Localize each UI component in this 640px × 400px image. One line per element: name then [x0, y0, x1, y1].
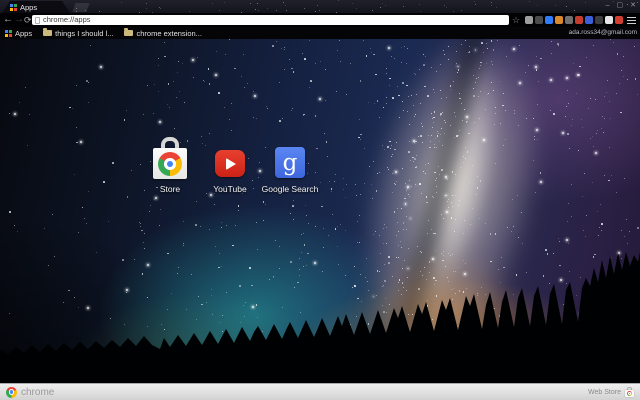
menu-icon[interactable]: [627, 17, 636, 24]
apps-grid-icon: [5, 29, 12, 37]
bookmark-folder-things[interactable]: things I should l...: [43, 28, 114, 38]
bookmark-star-icon[interactable]: ☆: [512, 13, 520, 27]
reload-button[interactable]: ⟳: [24, 13, 32, 27]
app-label: Store: [159, 184, 181, 194]
chrome-logo: [6, 386, 17, 398]
bookmarks-bar: Apps things I should l... chrome extensi…: [0, 27, 640, 39]
extension-icon-pink[interactable]: [615, 16, 623, 24]
web-store-link[interactable]: Web Store: [588, 387, 634, 397]
extension-icon-blue[interactable]: [585, 16, 593, 24]
extension-icon-dark[interactable]: [595, 16, 603, 24]
apps-page: Store YouTube g Google Search: [0, 39, 640, 383]
extension-icons: [525, 16, 623, 24]
app-label: Google Search: [261, 184, 319, 194]
footer-bar: chrome Web Store: [0, 383, 640, 400]
minimize-button[interactable]: –: [606, 0, 610, 11]
folder-icon: [43, 28, 53, 36]
extension-icon-gray[interactable]: [565, 16, 573, 24]
extension-icon-light[interactable]: [605, 16, 613, 24]
app-tile-youtube[interactable]: YouTube: [200, 129, 260, 194]
extension-icon-globe[interactable]: [525, 16, 533, 24]
bookmark-label: things I should l...: [55, 28, 114, 38]
web-store-icon: [625, 387, 634, 397]
google-search-icon: g: [275, 147, 305, 178]
frame-star-speckle: [0, 0, 640, 13]
url-text: chrome://apps: [43, 15, 91, 24]
bookmark-label: chrome extension...: [136, 28, 202, 38]
account-email: ada.ross34@gmail.com: [568, 29, 637, 36]
tab-strip: Apps – ▢ ✕: [0, 0, 640, 13]
extension-icon-red[interactable]: [575, 16, 583, 24]
folder-icon: [124, 28, 134, 36]
browser-window: Apps – ▢ ✕ ← → ⟳ chrome://apps ☆ Apps th…: [0, 0, 640, 400]
maximize-button[interactable]: ▢: [617, 0, 624, 11]
bookmark-label: Apps: [15, 28, 33, 38]
app-tile-store[interactable]: Store: [140, 129, 200, 194]
toolbar: ← → ⟳ chrome://apps ☆: [0, 13, 640, 27]
forward-button[interactable]: →: [14, 13, 24, 27]
app-tile-google-search[interactable]: g Google Search: [260, 129, 320, 194]
extension-icon-mail[interactable]: [535, 16, 543, 24]
tree-silhouette: [0, 252, 640, 383]
extension-icon-accessibility[interactable]: [545, 16, 553, 24]
app-grid: Store YouTube g Google Search: [140, 129, 320, 194]
bookmark-apps[interactable]: Apps: [5, 29, 32, 38]
close-button[interactable]: ✕: [630, 0, 636, 11]
youtube-icon: [215, 150, 245, 177]
apps-favicon: [10, 3, 17, 11]
app-label: YouTube: [213, 184, 247, 194]
tab-label: Apps: [20, 2, 38, 12]
extension-icon-orange[interactable]: [555, 16, 563, 24]
chrome-web-store-icon: [152, 137, 188, 181]
page-icon: [35, 16, 40, 24]
address-bar[interactable]: chrome://apps: [32, 15, 509, 25]
bookmark-folder-extensions[interactable]: chrome extension...: [124, 28, 202, 38]
web-store-label: Web Store: [588, 388, 621, 396]
chrome-brand-label: chrome: [21, 386, 55, 398]
back-button[interactable]: ←: [3, 13, 13, 27]
tab-apps[interactable]: Apps: [2, 1, 70, 13]
